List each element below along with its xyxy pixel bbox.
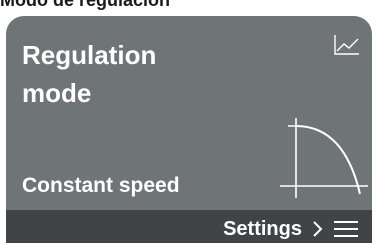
device-screen: Regulation mode Constant speed Settings xyxy=(6,16,372,243)
settings-label: Settings xyxy=(223,218,302,240)
screen-title: Regulation mode xyxy=(22,40,157,108)
chevron-right-icon xyxy=(313,221,323,237)
page-caption: Modo de regulación xyxy=(0,0,171,10)
constant-speed-curve-icon xyxy=(280,118,368,198)
hamburger-menu-icon[interactable] xyxy=(334,220,358,238)
settings-button[interactable]: Settings xyxy=(223,216,324,242)
line-chart-icon[interactable] xyxy=(334,34,360,56)
current-mode-value: Constant speed xyxy=(22,174,180,197)
footer-bar: Settings xyxy=(6,210,372,243)
